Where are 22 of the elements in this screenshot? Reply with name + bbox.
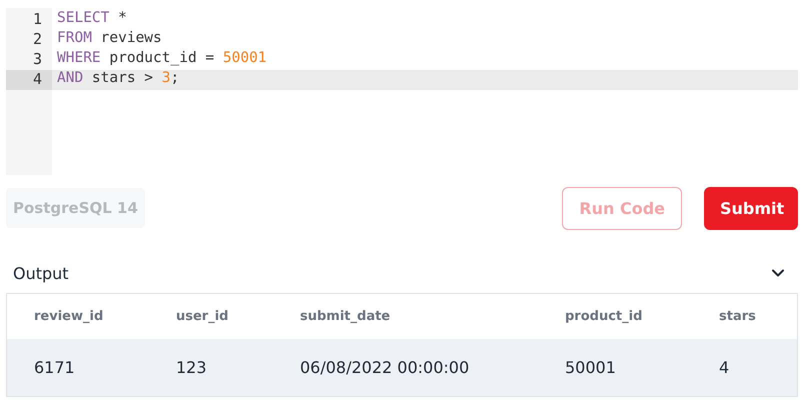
table-cell: 123 — [149, 339, 273, 396]
column-header: submit_date — [273, 294, 538, 339]
line-number: 4 — [6, 70, 52, 90]
line-number: 3 — [32, 50, 43, 70]
table-cell: 06/08/2022 00:00:00 — [273, 339, 538, 396]
code-line: WHERE product_id = 50001 — [56, 50, 268, 68]
column-header: product_id — [538, 294, 692, 339]
language-label: PostgreSQL 14 — [6, 188, 145, 228]
output-title: Output — [13, 264, 69, 282]
column-header: user_id — [149, 294, 273, 339]
code-line: FROM reviews — [56, 30, 163, 48]
table-cell: 4 — [692, 339, 797, 396]
submit-button[interactable]: Submit — [704, 186, 798, 230]
column-header: stars — [692, 294, 797, 339]
table-cell: 6171 — [7, 339, 149, 396]
table-cell: 50001 — [538, 339, 692, 396]
line-number: 2 — [32, 30, 43, 50]
code-line: SELECT * — [56, 10, 128, 28]
column-header: review_id — [7, 294, 149, 339]
line-number: 1 — [32, 10, 43, 30]
chevron-icon[interactable] — [772, 269, 784, 277]
code-editor[interactable]: 1 2 3 4 SELECT * FROM reviews WHERE product_id = 50001 AND stars > 3; — [6, 8, 798, 175]
